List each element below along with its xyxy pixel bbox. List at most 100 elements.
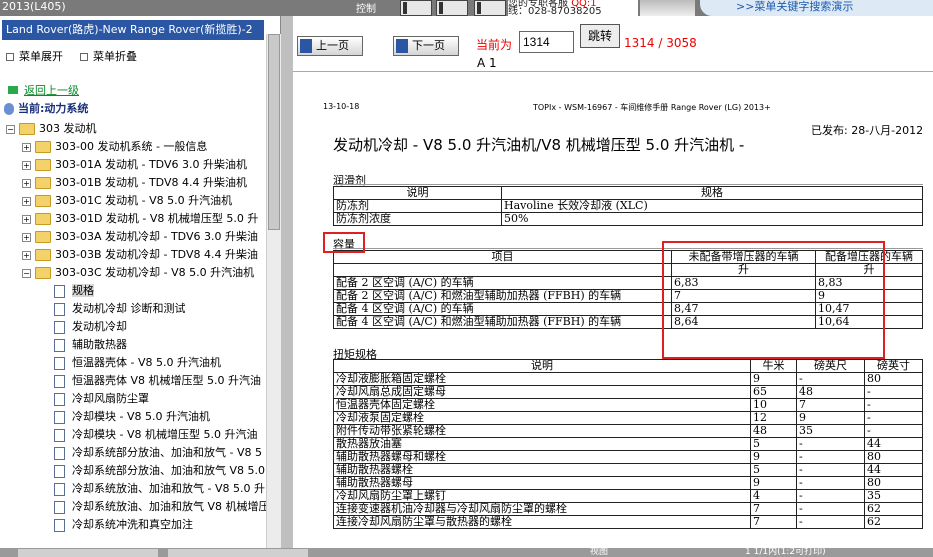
document-icon xyxy=(54,302,65,316)
tree-item[interactable]: − 303 发动机 xyxy=(6,120,97,138)
tree-item[interactable]: 辅助散热器 xyxy=(54,336,127,354)
page-info: 1 1/1内(1:2可打印) xyxy=(745,547,826,557)
table-cell: - xyxy=(864,398,923,412)
prev-page-button[interactable]: 上一页 xyxy=(297,36,363,56)
table-cell: 10 xyxy=(750,398,797,412)
table-row: 说明 规格 xyxy=(333,186,923,200)
nav-tree: −303 发动机 +303-00 发动机系统 - 一般信息 +303-01A 发动机… xyxy=(0,80,266,548)
toolbar-button-2[interactable] xyxy=(436,0,468,16)
tree-item[interactable]: 冷却模块 - V8 机械增压型 5.0 升汽油 xyxy=(54,426,257,444)
tree-item[interactable]: 冷却风扇防尘罩 xyxy=(54,390,149,408)
folder-icon xyxy=(35,267,51,279)
tree-item[interactable]: 恒温器壳体 - V8 5.0 升汽油机 xyxy=(54,354,221,372)
toolbar-button-3[interactable] xyxy=(474,0,506,16)
document-icon xyxy=(54,410,65,424)
tree-item[interactable]: 规格 xyxy=(54,282,94,300)
expand-icon[interactable]: + xyxy=(22,142,31,152)
menu-search-demo-link[interactable]: >>菜单关键字搜索演示 xyxy=(700,0,933,16)
tree-item[interactable]: − 303-03C 发动机冷却 - V8 5.0 升汽油机 xyxy=(22,264,254,282)
table-cell: 牛米 xyxy=(750,359,797,373)
table-cell: Havoline 长效冷却液 (XLC) xyxy=(501,199,923,213)
table-cell: 80 xyxy=(864,372,923,386)
tree-item[interactable]: 冷却系统冲洗和真空加注 xyxy=(54,516,193,534)
expand-icon[interactable]: + xyxy=(22,178,31,188)
table-cell xyxy=(333,263,672,277)
collapse-icon[interactable]: − xyxy=(6,124,15,134)
expand-icon[interactable]: + xyxy=(22,250,31,260)
expand-icon[interactable]: + xyxy=(22,232,31,242)
tree-item-label: 冷却系统冲洗和真空加注 xyxy=(72,518,193,531)
table-cell: - xyxy=(864,411,923,425)
tree-item-label: 303-01A 发动机 - TDV6 3.0 升柴油机 xyxy=(55,158,247,171)
values-highlight xyxy=(662,241,885,359)
status-button-2[interactable] xyxy=(168,549,308,557)
doc-header: TOPIx - WSM-16967 - 车间维修手册 Range Rover (… xyxy=(533,103,771,112)
tree-item[interactable]: 恒温器壳体 V8 机械增压型 5.0 升汽油 xyxy=(54,372,261,390)
panel-divider[interactable] xyxy=(281,16,293,548)
table-row: 说明 牛米 磅英尺 磅英寸 xyxy=(333,359,923,373)
menu-collapse-button[interactable]: 菜单折叠 xyxy=(80,48,137,64)
tree-item-label: 冷却系统部分放油、加油和放气 V8 5.0 xyxy=(72,464,266,477)
tree-item-label: 冷却模块 - V8 5.0 升汽油机 xyxy=(72,410,210,423)
tree-item[interactable]: +303-03B 发动机冷却 - TDV8 4.4 升柴油 xyxy=(22,246,258,264)
document-icon xyxy=(54,356,65,370)
tree-item[interactable]: 冷却系统放油、加油和放气 - V8 5.0 升 xyxy=(54,480,265,498)
table-cell: 散热器放油塞 xyxy=(333,437,751,451)
table-cell: 附件传动带张紧轮螺栓 xyxy=(333,424,751,438)
table-cell: 恒温器壳体固定螺栓 xyxy=(333,398,751,412)
folder-icon xyxy=(35,195,51,207)
toolbar-button-1[interactable] xyxy=(400,0,432,16)
table-cell: 50% xyxy=(501,212,923,226)
tree-item[interactable]: +303-01D 发动机 - V8 机械增压型 5.0 升 xyxy=(22,210,258,228)
table-cell: 7 xyxy=(796,398,865,412)
tree-item[interactable]: 冷却系统部分放油、加油和放气 V8 5.0 xyxy=(54,462,265,480)
menu-expand-button[interactable]: 菜单展开 xyxy=(6,48,63,64)
tree-item-label: 恒温器壳体 - V8 5.0 升汽油机 xyxy=(72,356,221,369)
ad-text: 您的专职客服 QQ:1 线：028-87038205 xyxy=(508,0,638,16)
tree-item[interactable]: +303-03A 发动机冷却 - TDV6 3.0 升柴油 xyxy=(22,228,258,246)
document-icon xyxy=(54,284,65,298)
tree-item-label: 冷却系统部分放油、加油和放气 - V8 5 xyxy=(72,446,262,459)
tree-item[interactable]: 冷却系统部分放油、加油和放气 - V8 5 xyxy=(54,444,262,462)
tree-item[interactable]: +303-01C 发动机 - V8 5.0 升汽油机 xyxy=(22,192,232,210)
table-cell: 9 xyxy=(796,411,865,425)
left-panel: Land Rover(路虎)-New Range Rover(新揽胜)-2 菜单… xyxy=(0,16,281,548)
control-label: 控制 xyxy=(356,4,376,15)
table-row: 冷却风扇总成固定螺母 65 48- xyxy=(333,385,923,399)
expand-icon[interactable]: + xyxy=(22,214,31,224)
scrollbar-thumb[interactable] xyxy=(268,34,280,230)
table-cell: 规格 xyxy=(501,186,923,200)
document-icon xyxy=(54,338,65,352)
page-count: 1314 / 3058 xyxy=(624,36,697,50)
tree-item-label: 303-01C 发动机 - V8 5.0 升汽油机 xyxy=(55,194,233,207)
table-row: 辅助散热器螺栓 5-44 xyxy=(333,463,923,477)
title-bar: 2013(L405) 控制 您的专职客服 QQ:1 线：028-87038205 … xyxy=(0,0,933,16)
go-button[interactable]: 跳转 xyxy=(580,24,620,48)
torque-table: 说明 牛米 磅英尺 磅英寸 冷却液膨胀箱固定螺栓 9-80 冷却风扇总成固定螺母 65 48- 恒… xyxy=(333,359,923,529)
page-number-input[interactable] xyxy=(519,31,574,53)
tree-item[interactable]: +303-01A 发动机 - TDV6 3.0 升柴油机 xyxy=(22,156,247,174)
document-viewer: 13-10-18 TOPIx - WSM-16967 - 车间维修手册 Rang… xyxy=(293,72,933,548)
tree-item[interactable]: +303-00 发动机系统 - 一般信息 xyxy=(22,138,207,156)
tree-item[interactable]: 冷却系统放油、加油和放气 V8 机械增压 xyxy=(54,498,266,516)
expand-icon[interactable]: + xyxy=(22,196,31,206)
tree-item[interactable]: 发动机冷却 诊断和测试 xyxy=(54,300,186,318)
tree-item[interactable]: +303-01B 发动机 - TDV8 4.4 升柴油机 xyxy=(22,174,247,192)
table-cell: 9 xyxy=(750,372,797,386)
status-button-1[interactable] xyxy=(18,549,158,557)
page-sub: A 1 xyxy=(477,56,497,70)
left-panel-header: Land Rover(路虎)-New Range Rover(新揽胜)-2 xyxy=(2,20,264,40)
table-cell: - xyxy=(864,424,923,438)
document-icon xyxy=(54,500,65,514)
tree-item-label: 303-03B 发动机冷却 - TDV8 4.4 升柴油 xyxy=(55,248,258,261)
table-cell: 连接变速器机油冷却器与冷却风扇防尘罩的螺栓 xyxy=(333,502,751,516)
table-row: 连接冷却风扇防尘罩与散热器的螺栓 7-62 xyxy=(333,515,923,529)
expand-icon[interactable]: + xyxy=(22,160,31,170)
document-icon xyxy=(54,518,65,532)
tree-item[interactable]: 发动机冷却 xyxy=(54,318,127,336)
collapse-icon[interactable]: − xyxy=(22,268,31,278)
left-scrollbar[interactable] xyxy=(266,34,281,548)
next-page-button[interactable]: 下一页 xyxy=(393,36,459,56)
tree-item[interactable]: 冷却模块 - V8 5.0 升汽油机 xyxy=(54,408,210,426)
table-cell: 48 xyxy=(796,385,865,399)
